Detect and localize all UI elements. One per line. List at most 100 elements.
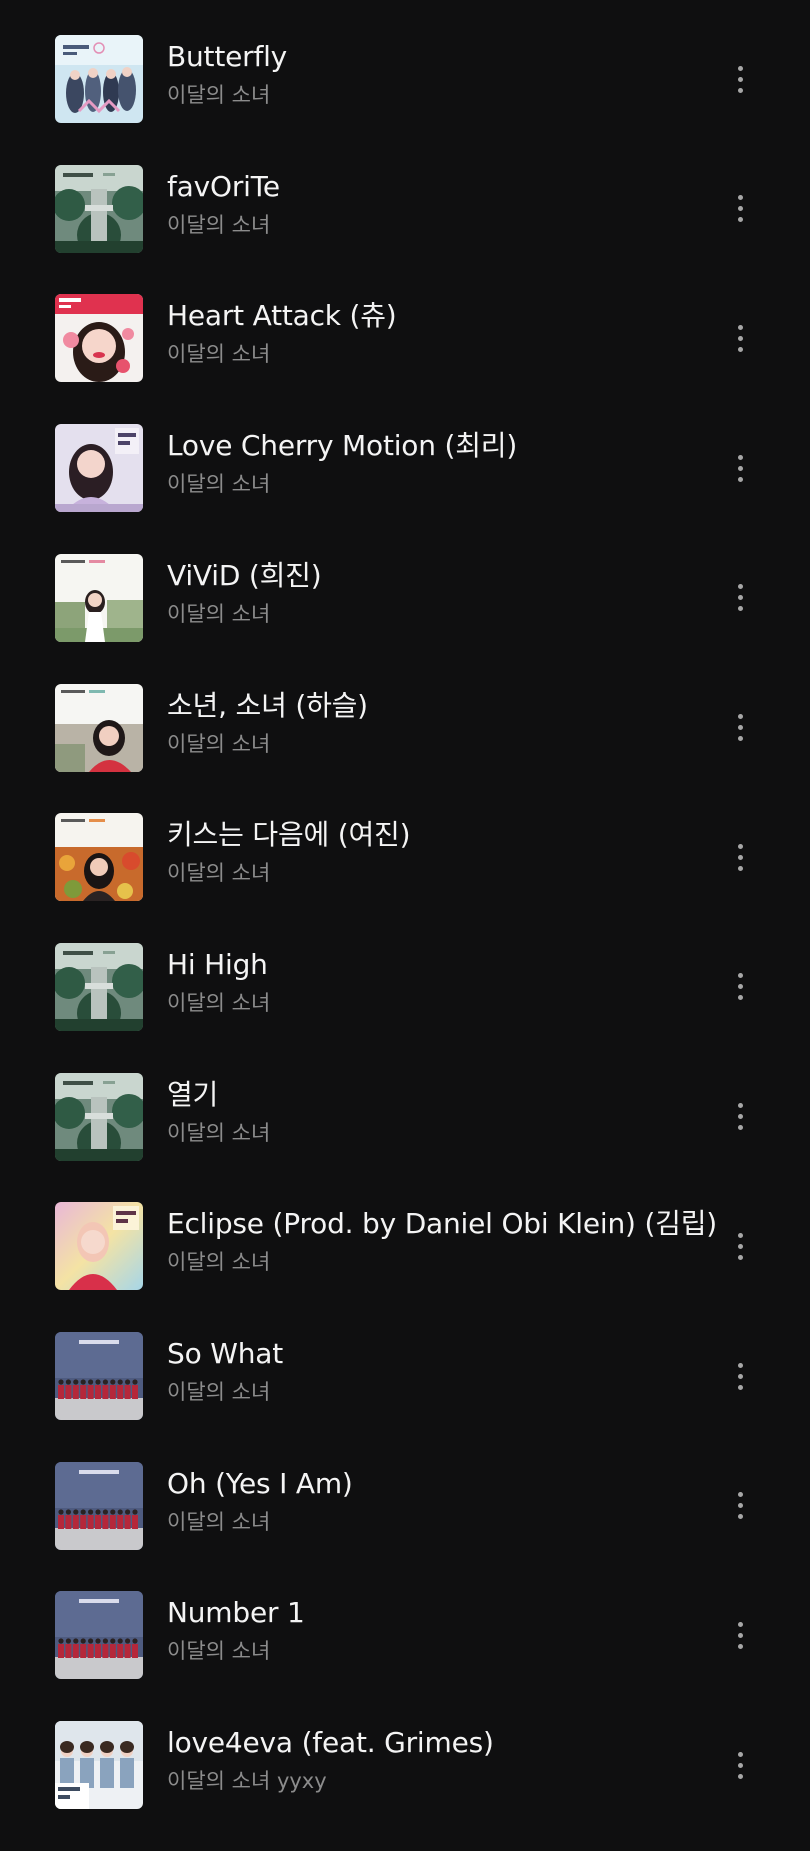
track-title: Number 1 bbox=[167, 1596, 305, 1630]
track-title: 열기 bbox=[167, 1077, 219, 1111]
more-vertical-icon[interactable] bbox=[722, 574, 758, 622]
more-vertical-icon[interactable] bbox=[722, 1482, 758, 1530]
more-dot bbox=[737, 1643, 743, 1649]
track-artist: 이달의 소녀 bbox=[167, 861, 271, 886]
more-dot bbox=[737, 217, 743, 223]
track-title: love4eva (feat. Grimes) bbox=[167, 1726, 494, 1760]
more-dot bbox=[737, 65, 743, 71]
track-title: Hi High bbox=[167, 947, 268, 981]
track-artist: 이달의 소녀 bbox=[167, 1380, 271, 1404]
track-row[interactable]: 소년, 소녀 (하슬) 이달의 소녀 bbox=[0, 683, 810, 814]
more-dot bbox=[737, 1762, 743, 1768]
more-vertical-icon[interactable] bbox=[722, 1611, 758, 1659]
album-cover-image bbox=[55, 1591, 143, 1680]
more-dot bbox=[737, 854, 743, 860]
more-dot bbox=[737, 1232, 743, 1238]
more-dot bbox=[737, 206, 743, 212]
track-row[interactable]: 키스는 다음에 (여진) 이달의 소녀 bbox=[0, 813, 810, 943]
track-artist: 이달의 소녀 bbox=[167, 1250, 271, 1275]
more-vertical-icon[interactable] bbox=[722, 704, 758, 752]
more-vertical-icon[interactable] bbox=[722, 833, 758, 881]
track-artist: 이달의 소녀 yyxy bbox=[167, 1769, 327, 1794]
album-cover-image bbox=[55, 164, 143, 253]
album-cover-image bbox=[55, 942, 143, 1031]
more-vertical-icon[interactable] bbox=[722, 963, 758, 1011]
more-vertical-icon[interactable] bbox=[722, 55, 758, 103]
track-title: ViViD (희진) bbox=[167, 558, 322, 592]
more-dot bbox=[737, 1384, 743, 1390]
more-dot bbox=[737, 984, 743, 990]
album-cover-image bbox=[55, 1202, 143, 1291]
track-row[interactable]: Hi High 이달의 소녀 bbox=[0, 942, 810, 1073]
more-dot bbox=[737, 1254, 743, 1260]
track-title: 소년, 소녀 (하슬) bbox=[167, 688, 368, 722]
album-cover-image bbox=[55, 553, 143, 642]
track-artist: 이달의 소녀 bbox=[167, 731, 271, 756]
more-dot bbox=[737, 973, 743, 979]
track-row[interactable]: Butterfly 이달의 소녀 bbox=[0, 35, 810, 165]
track-artist: 이달의 소녀 bbox=[167, 212, 271, 237]
track-artist: 이달의 소녀 bbox=[167, 1509, 271, 1534]
more-dot bbox=[737, 87, 743, 93]
album-cover-image bbox=[55, 683, 143, 772]
track-row[interactable]: Number 1 이달의 소녀 bbox=[0, 1591, 810, 1721]
track-title: favOriTe bbox=[167, 169, 280, 203]
track-artist: 이달의 소녀 bbox=[167, 83, 271, 107]
track-artist: 이달의 소녀 bbox=[167, 601, 271, 626]
more-dot bbox=[737, 1125, 743, 1131]
more-dot bbox=[737, 76, 743, 82]
more-dot bbox=[737, 1632, 743, 1638]
more-dot bbox=[737, 843, 743, 849]
album-cover-image bbox=[55, 1721, 143, 1810]
more-vertical-icon[interactable] bbox=[722, 1222, 758, 1270]
track-row[interactable]: favOriTe 이달의 소녀 bbox=[0, 164, 810, 295]
album-cover-image bbox=[55, 294, 143, 383]
more-dot bbox=[737, 454, 743, 460]
track-artist: 이달의 소녀 bbox=[167, 342, 271, 367]
track-artist: 이달의 소녀 bbox=[167, 990, 271, 1015]
more-dot bbox=[737, 584, 743, 590]
track-row[interactable]: Heart Attack (츄) 이달의 소녀 bbox=[0, 294, 810, 424]
more-dot bbox=[737, 1514, 743, 1520]
more-dot bbox=[737, 1114, 743, 1120]
more-dot bbox=[737, 595, 743, 601]
track-row[interactable]: ViViD (희진) 이달의 소녀 bbox=[0, 553, 810, 684]
more-dot bbox=[737, 1492, 743, 1498]
track-title: Heart Attack (츄) bbox=[167, 299, 397, 333]
more-dot bbox=[737, 736, 743, 741]
track-title: So What bbox=[167, 1337, 283, 1370]
more-dot bbox=[737, 1103, 743, 1109]
more-dot bbox=[737, 1621, 743, 1627]
track-artist: 이달의 소녀 bbox=[167, 472, 271, 497]
album-cover-image bbox=[55, 424, 143, 513]
more-dot bbox=[737, 606, 743, 612]
track-list: Butterfly 이달의 소녀 favOriTe 이달의 소녀 Heart A… bbox=[0, 0, 810, 1839]
more-dot bbox=[737, 1773, 743, 1779]
track-row[interactable]: Love Cherry Motion (최리) 이달의 소녀 bbox=[0, 424, 810, 554]
more-vertical-icon[interactable] bbox=[722, 1352, 758, 1400]
more-vertical-icon[interactable] bbox=[722, 1741, 758, 1789]
more-dot bbox=[737, 1362, 743, 1368]
more-vertical-icon[interactable] bbox=[722, 185, 758, 233]
track-row[interactable]: So What 이달의 소녀 bbox=[0, 1332, 810, 1462]
more-dot bbox=[737, 1503, 743, 1509]
album-cover-image bbox=[55, 1072, 143, 1161]
track-row[interactable]: Oh (Yes I Am) 이달의 소녀 bbox=[0, 1461, 810, 1592]
more-dot bbox=[737, 465, 743, 471]
more-dot bbox=[737, 725, 743, 730]
more-dot bbox=[737, 476, 743, 482]
more-dot bbox=[737, 865, 743, 871]
more-dot bbox=[737, 1751, 743, 1757]
more-vertical-icon[interactable] bbox=[722, 444, 758, 492]
track-row[interactable]: love4eva (feat. Grimes) 이달의 소녀 yyxy bbox=[0, 1721, 810, 1851]
album-cover-image bbox=[55, 1461, 143, 1550]
album-cover-image bbox=[55, 1332, 143, 1420]
more-dot bbox=[737, 995, 743, 1001]
more-vertical-icon[interactable] bbox=[722, 1093, 758, 1141]
more-dot bbox=[737, 714, 743, 719]
track-row[interactable]: 열기 이달의 소녀 bbox=[0, 1072, 810, 1203]
more-dot bbox=[737, 324, 743, 330]
track-title: 키스는 다음에 (여진) bbox=[167, 818, 411, 852]
more-vertical-icon[interactable] bbox=[722, 314, 758, 362]
track-row[interactable]: Eclipse (Prod. by Daniel Obi Klein) (김립)… bbox=[0, 1202, 810, 1332]
